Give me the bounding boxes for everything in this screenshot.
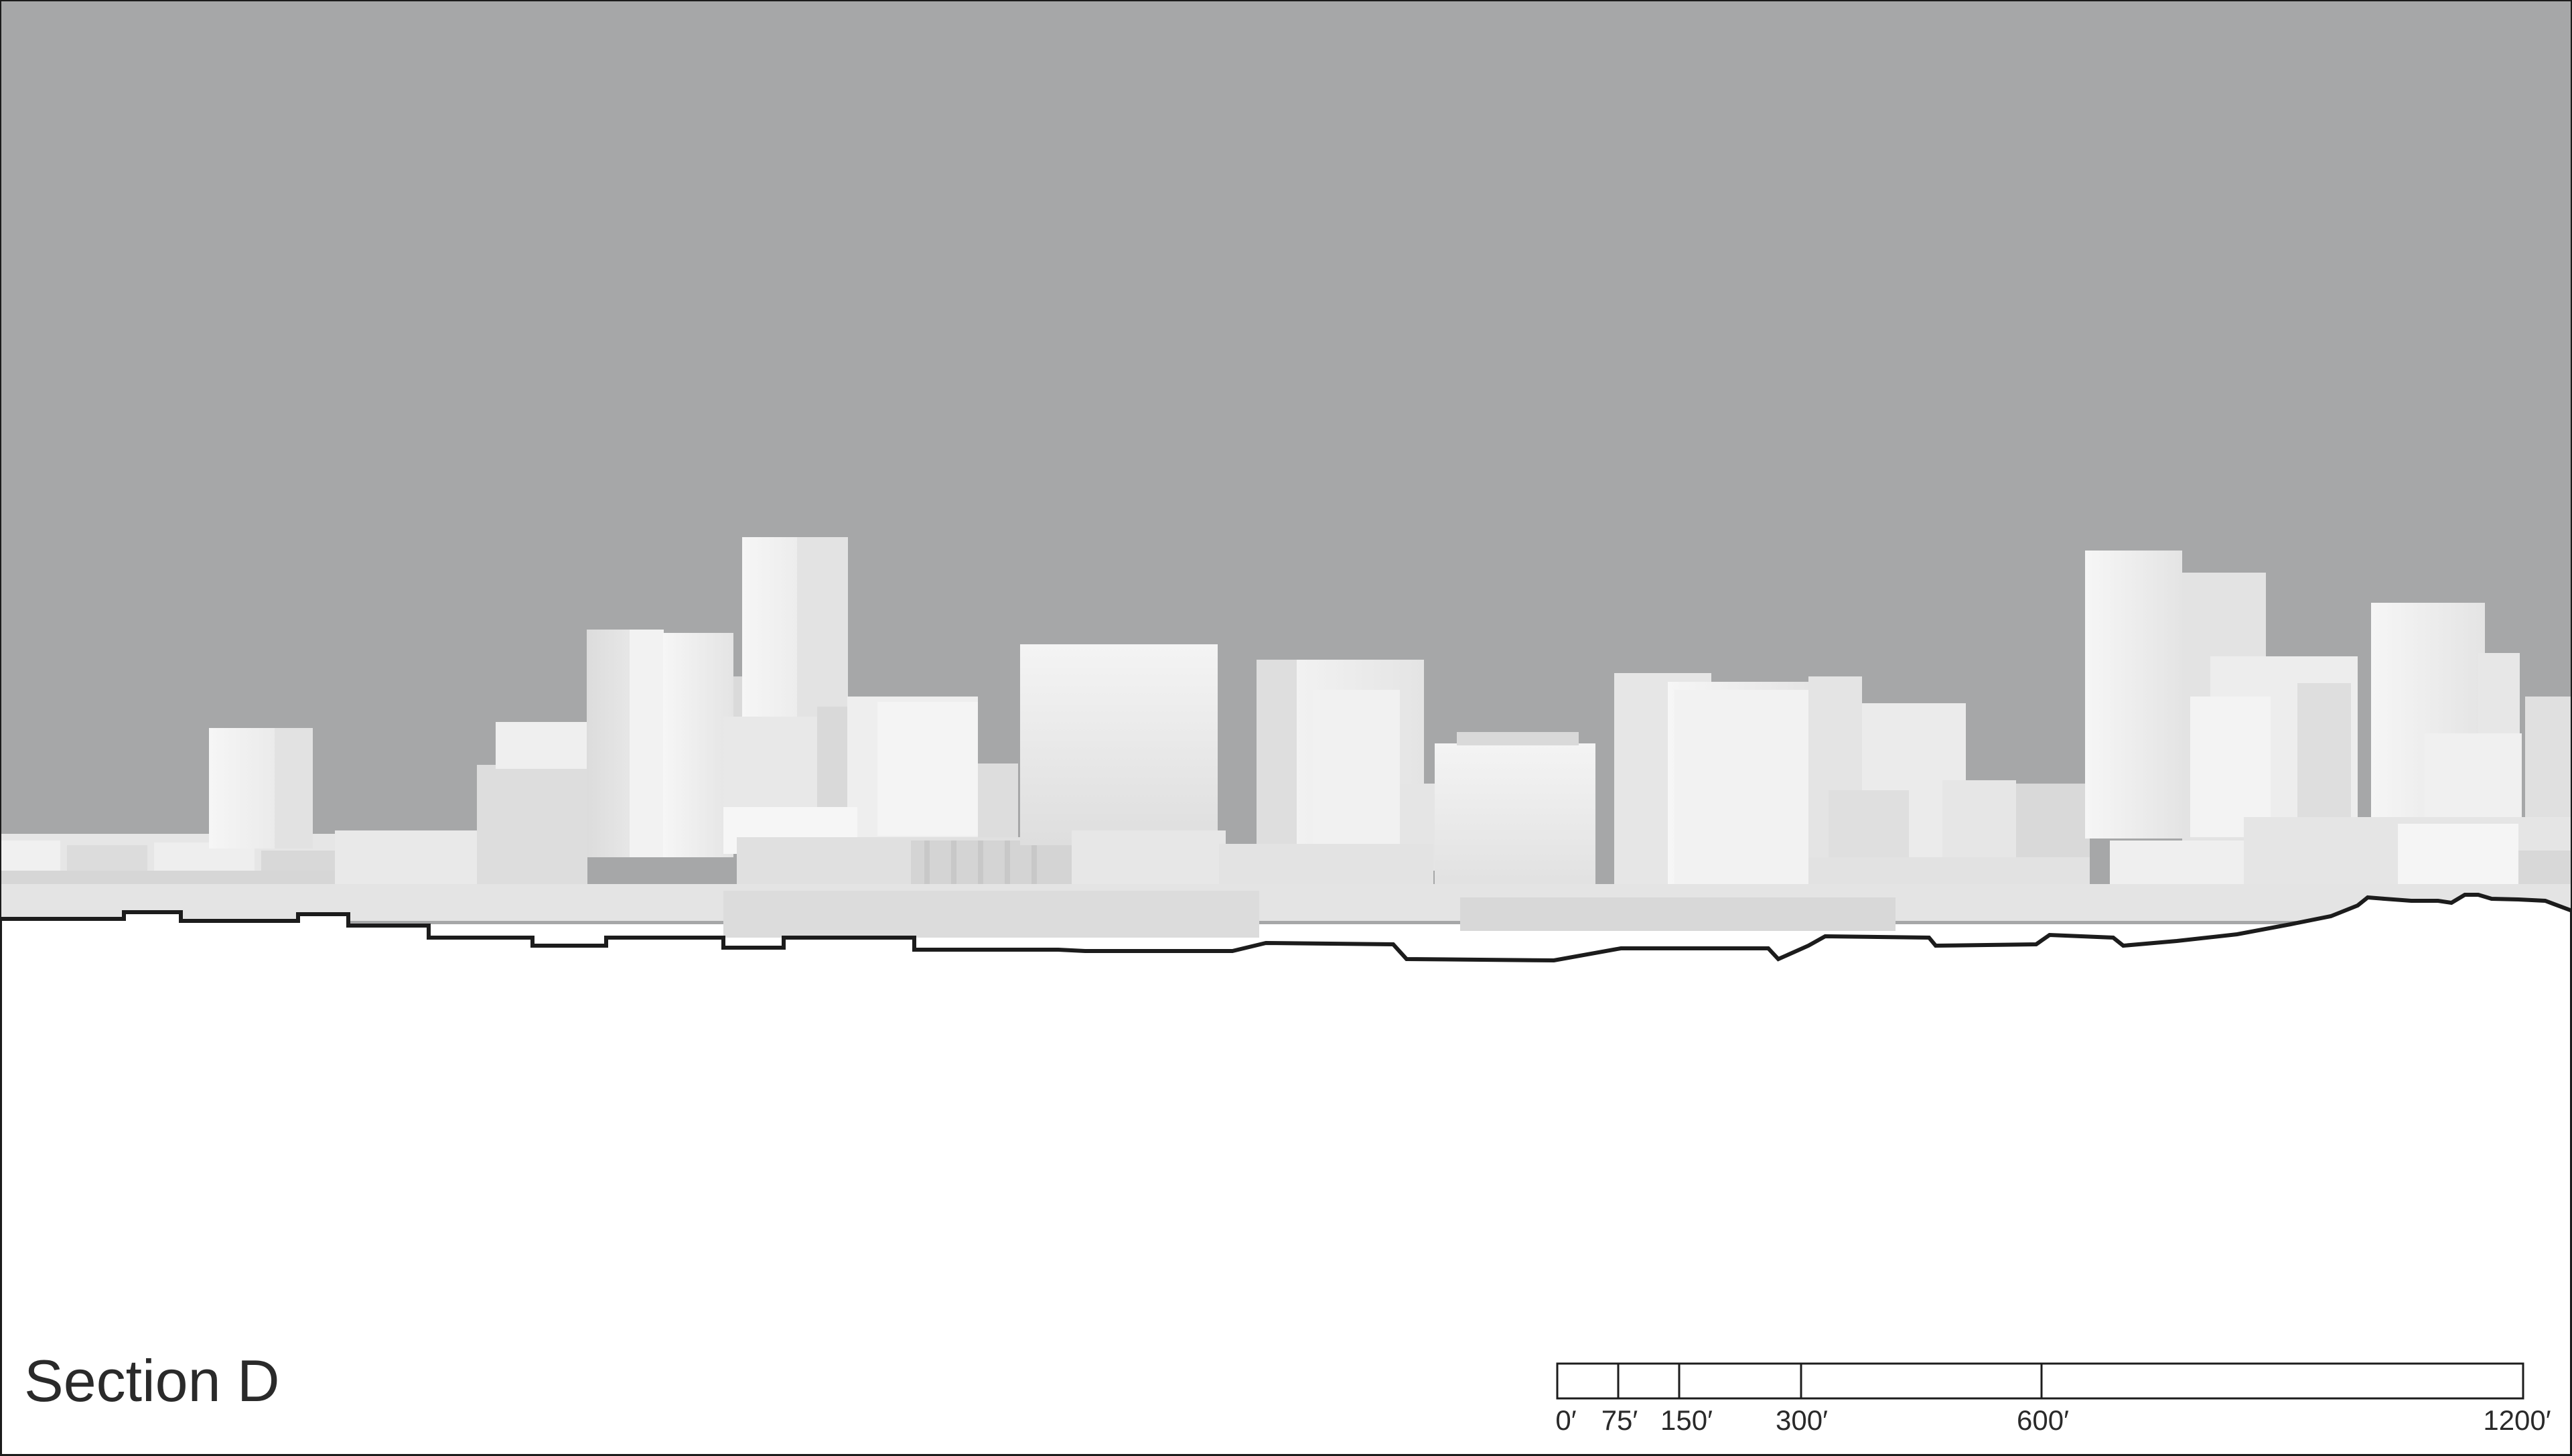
section-title: Section D xyxy=(24,1348,280,1414)
scale-label-300: 300′ xyxy=(1776,1404,1828,1436)
scale-label-0: 0′ xyxy=(1555,1404,1577,1436)
tower-slab-2 xyxy=(663,633,733,857)
section-drawing: Section D 0′ 75′ 150′ 300′ 600′ 1200′ xyxy=(0,0,2572,1456)
tower-block-center-left xyxy=(1020,644,1218,845)
tower-tall-right xyxy=(2085,551,2182,839)
scale-label-150: 150′ xyxy=(1660,1404,1713,1436)
section-graphic xyxy=(0,0,2572,1456)
scale-label-1200: 1200′ xyxy=(2483,1404,2551,1436)
scale-bar xyxy=(1556,1362,2524,1400)
scale-label-75: 75′ xyxy=(1601,1404,1638,1436)
scale-bar-frame xyxy=(1556,1362,2524,1400)
scale-label-600: 600′ xyxy=(2017,1404,2069,1436)
